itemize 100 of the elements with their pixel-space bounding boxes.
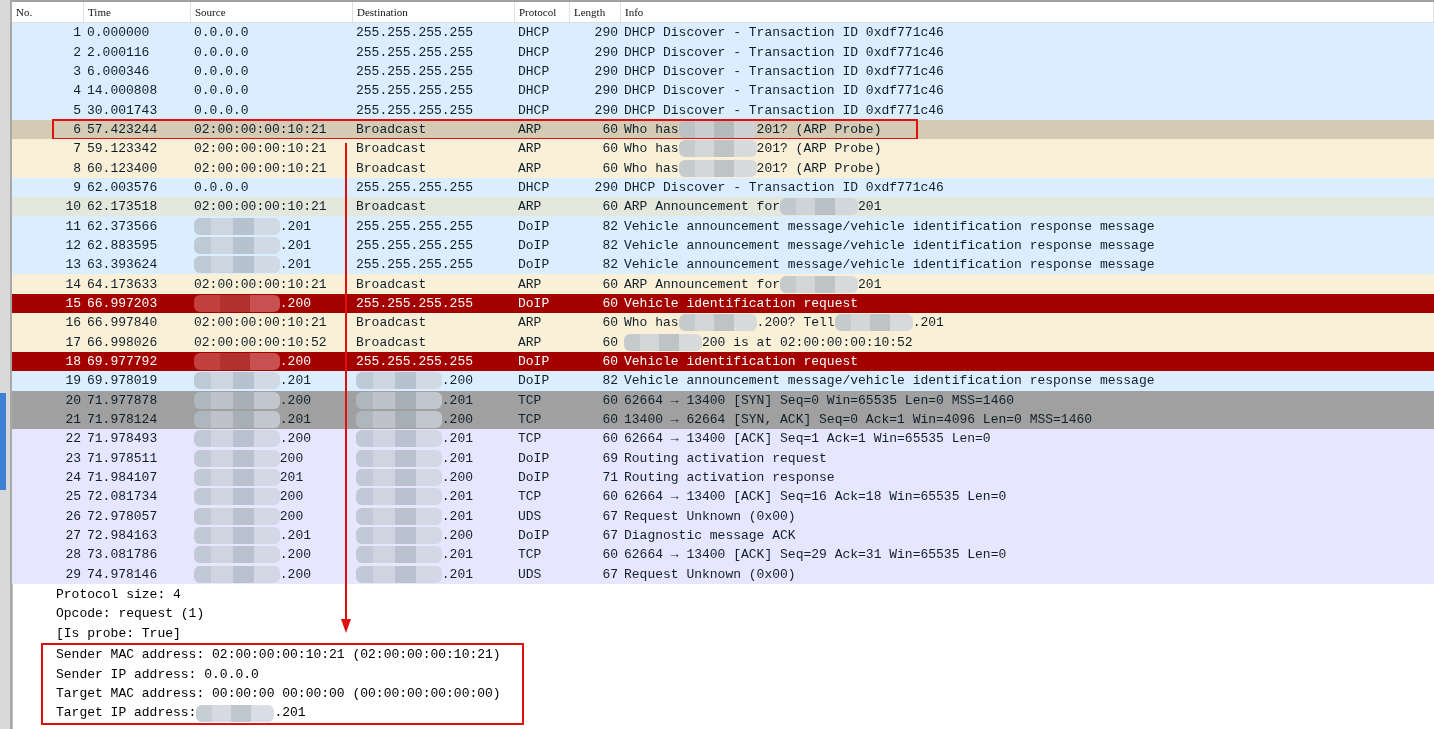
column-header[interactable]: Info bbox=[621, 2, 1434, 22]
packet-row[interactable]: 17 66.998026 02:00:00:00:10:52 Broadcast ARP 60 200 is at 02:00:00:00:10:52 bbox=[12, 332, 1434, 352]
info-cell-text: DHCP Discover - Transaction ID 0xdf771c46 bbox=[623, 24, 945, 43]
packet-row[interactable]: 24 71.984107 201 .200 DoIP 71 Routing activation response bbox=[12, 467, 1434, 488]
packet-row[interactable]: 19 69.978019 .201 .200 DoIP 82 Vehicle announcement message/vehicle identification response message bbox=[12, 371, 1434, 391]
packet-row[interactable]: 27 72.984163 .201 .200 DoIP 67 Diagnostic message ACK bbox=[12, 525, 1434, 546]
time-cell-text: 0.000000 bbox=[86, 24, 151, 43]
length-cell-text: 290 bbox=[593, 62, 619, 81]
info-cell: 201 bbox=[858, 276, 882, 292]
destination-cell-text: 255.255.255.255 bbox=[355, 62, 475, 81]
packet-row[interactable]: 13 63.393624 .201 255.255.255.255 DoIP 82 Vehicle announcement message/vehicle identification response message bbox=[12, 255, 1434, 275]
source-cell-text: 02:00:00:00:10:21 bbox=[193, 120, 328, 139]
source-cell-text: 0.0.0.0 bbox=[193, 178, 250, 197]
time-cell-text: 6.000346 bbox=[86, 62, 151, 81]
detail-line: [Is probe: True] bbox=[56, 624, 181, 643]
protocol-cell-text: DHCP bbox=[517, 178, 551, 197]
packet-row[interactable]: 26 72.978057 200 .201 UDS 67 Request Unknown (0x00) bbox=[12, 506, 1434, 526]
length-cell-text: 60 bbox=[601, 140, 619, 159]
column-header[interactable]: Length bbox=[570, 2, 621, 22]
info-cell: Who has bbox=[624, 121, 679, 137]
source-cell: .201 bbox=[279, 218, 312, 234]
destination-cell-text: 255.255.255.255 bbox=[355, 43, 475, 62]
destination-cell: .201 bbox=[441, 392, 474, 408]
time-cell-text: 72.978057 bbox=[86, 507, 159, 526]
column-header[interactable]: Source bbox=[191, 2, 353, 22]
info-cell-text: Vehicle announcement message/vehicle identification response message bbox=[623, 372, 1156, 391]
info-cell: Who has bbox=[624, 141, 679, 157]
number-cell-text: 29 bbox=[64, 565, 82, 584]
length-cell-text: 60 bbox=[601, 198, 619, 217]
destination-cell-text: Broadcast bbox=[355, 275, 428, 294]
number-cell-text: 25 bbox=[64, 488, 82, 507]
destination-cell-text: 255.255.255.255 bbox=[355, 236, 475, 255]
info-cell-text: DHCP Discover - Transaction ID 0xdf771c46 bbox=[623, 101, 945, 120]
packet-row[interactable]: 28 73.081786 .200 .201 TCP 60 62664 → 13400 [ACK] Seq=29 Ack=31 Win=65535 Len=0 bbox=[12, 545, 1434, 565]
protocol-cell-text: ARP bbox=[517, 333, 543, 352]
packet-row[interactable]: 5 30.001743 0.0.0.0 255.255.255.255 DHCP 290 DHCP Discover - Transaction ID 0xdf771c46 bbox=[12, 100, 1434, 120]
packet-row[interactable]: 21 71.978124 .201 .200 TCP 60 13400 → 62664 [SYN, ACK] Seq=0 Ack=1 Win=4096 Len=0 MSS=1460 bbox=[12, 409, 1434, 430]
destination-cell-text: 255.255.255.255 bbox=[355, 256, 475, 275]
destination-cell: .201 bbox=[441, 508, 474, 524]
source-cell: .200 bbox=[279, 431, 312, 447]
source-cell-text: 02:00:00:00:10:21 bbox=[193, 198, 328, 217]
destination-cell-text: Broadcast bbox=[355, 198, 428, 217]
column-header[interactable]: No. bbox=[12, 2, 84, 22]
number-cell-text: 1 bbox=[72, 24, 82, 43]
column-header[interactable]: Destination bbox=[353, 2, 515, 22]
packet-row[interactable]: 25 72.081734 200 .201 TCP 60 62664 → 13400 [ACK] Seq=16 Ack=18 Win=65535 Len=0 bbox=[12, 487, 1434, 507]
packet-row[interactable]: 29 74.978146 .200 .201 UDS 67 Request Unknown (0x00) bbox=[12, 564, 1434, 584]
packet-row[interactable]: 18 69.977792 .200 255.255.255.255 DoIP 60 Vehicle identification request bbox=[12, 351, 1434, 372]
packet-row[interactable]: 3 6.000346 0.0.0.0 255.255.255.255 DHCP 290 DHCP Discover - Transaction ID 0xdf771c46 bbox=[12, 61, 1434, 82]
info-cell-text: DHCP Discover - Transaction ID 0xdf771c46 bbox=[623, 82, 945, 101]
protocol-cell-text: DoIP bbox=[517, 372, 551, 391]
info-cell-text: Request Unknown (0x00) bbox=[623, 507, 797, 526]
number-cell-text: 15 bbox=[64, 295, 82, 313]
packet-row[interactable]: 22 71.978493 .200 .201 TCP 60 62664 → 13400 [ACK] Seq=1 Ack=1 Win=65535 Len=0 bbox=[12, 429, 1434, 449]
destination-cell: .200 bbox=[441, 412, 474, 428]
protocol-cell-text: DoIP bbox=[517, 353, 551, 371]
number-cell-text: 26 bbox=[64, 507, 82, 526]
info-cell: .201 bbox=[912, 315, 944, 331]
length-cell-text: 60 bbox=[601, 430, 619, 449]
length-cell-text: 82 bbox=[601, 217, 619, 236]
column-header[interactable]: Protocol bbox=[515, 2, 570, 22]
packet-row[interactable]: 7 59.123342 02:00:00:00:10:21 Broadcast ARP 60 Who has 201? (ARP Probe) bbox=[12, 139, 1434, 159]
source-cell: .201 bbox=[279, 412, 312, 428]
packet-row[interactable]: 20 71.977878 .200 .201 TCP 60 62664 → 13400 [SYN] Seq=0 Win=65535 Len=0 MSS=1460 bbox=[12, 390, 1434, 410]
destination-cell-text: 255.255.255.255 bbox=[355, 82, 475, 101]
source-cell: 200 bbox=[279, 450, 304, 466]
packet-row[interactable]: 4 14.000808 0.0.0.0 255.255.255.255 DHCP 290 DHCP Discover - Transaction ID 0xdf771c46 bbox=[12, 81, 1434, 101]
time-cell-text: 71.977878 bbox=[86, 391, 159, 410]
packet-row[interactable]: 8 60.123400 02:00:00:00:10:21 Broadcast ARP 60 Who has 201? (ARP Probe) bbox=[12, 158, 1434, 178]
length-cell-text: 60 bbox=[601, 159, 619, 178]
number-cell-text: 24 bbox=[64, 469, 82, 488]
scroll-handle[interactable] bbox=[0, 393, 6, 490]
info-cell-text: 62664 → 13400 [ACK] Seq=1 Ack=1 Win=65535 Len=0 bbox=[623, 430, 992, 449]
time-cell-text: 69.978019 bbox=[86, 372, 159, 391]
protocol-cell-text: UDS bbox=[517, 507, 543, 526]
number-cell-text: 21 bbox=[64, 411, 82, 430]
packet-row[interactable]: 2 2.000116 0.0.0.0 255.255.255.255 DHCP 290 DHCP Discover - Transaction ID 0xdf771c46 bbox=[12, 42, 1434, 62]
source-cell: .200 bbox=[279, 392, 312, 408]
detail-line: .201 bbox=[274, 704, 306, 723]
length-cell-text: 82 bbox=[601, 256, 619, 275]
packet-row[interactable]: 11 62.373566 .201 255.255.255.255 DoIP 82 Vehicle announcement message/vehicle identification response message bbox=[12, 216, 1434, 236]
packet-row[interactable]: 23 71.978511 200 .201 DoIP 69 Routing activation request bbox=[12, 448, 1434, 468]
number-cell-text: 23 bbox=[64, 449, 82, 468]
packet-row[interactable]: 15 66.997203 .200 255.255.255.255 DoIP 60 Vehicle identification request bbox=[12, 293, 1434, 314]
packet-row[interactable]: 10 62.173518 02:00:00:00:10:21 Broadcast ARP 60 ARP Announcement for 201 bbox=[12, 197, 1434, 217]
time-cell-text: 57.423244 bbox=[86, 120, 159, 139]
packet-row[interactable]: 14 64.173633 02:00:00:00:10:21 Broadcast ARP 60 ARP Announcement for 201 bbox=[12, 274, 1434, 294]
packet-row[interactable]: 16 66.997840 02:00:00:00:10:21 Broadcast ARP 60 Who has .200? Tell .201 bbox=[12, 313, 1434, 333]
info-cell-text: DHCP Discover - Transaction ID 0xdf771c46 bbox=[623, 178, 945, 197]
source-cell: 201 bbox=[279, 470, 304, 486]
packet-row[interactable]: 9 62.003576 0.0.0.0 255.255.255.255 DHCP 290 DHCP Discover - Transaction ID 0xdf771c46 bbox=[12, 177, 1434, 198]
number-cell-text: 18 bbox=[64, 353, 82, 371]
protocol-cell-text: ARP bbox=[517, 120, 543, 139]
packet-row[interactable]: 12 62.883595 .201 255.255.255.255 DoIP 82 Vehicle announcement message/vehicle identification response message bbox=[12, 235, 1434, 256]
source-cell: .201 bbox=[279, 528, 312, 544]
column-header[interactable]: Time bbox=[84, 2, 191, 22]
packet-row[interactable]: 1 0.000000 0.0.0.0 255.255.255.255 DHCP 290 DHCP Discover - Transaction ID 0xdf771c46 bbox=[12, 23, 1434, 43]
time-cell-text: 73.081786 bbox=[86, 546, 159, 565]
packet-row[interactable]: 6 57.423244 02:00:00:00:10:21 Broadcast ARP 60 Who has 201? (ARP Probe) bbox=[12, 119, 1434, 140]
number-cell-text: 16 bbox=[64, 314, 82, 333]
